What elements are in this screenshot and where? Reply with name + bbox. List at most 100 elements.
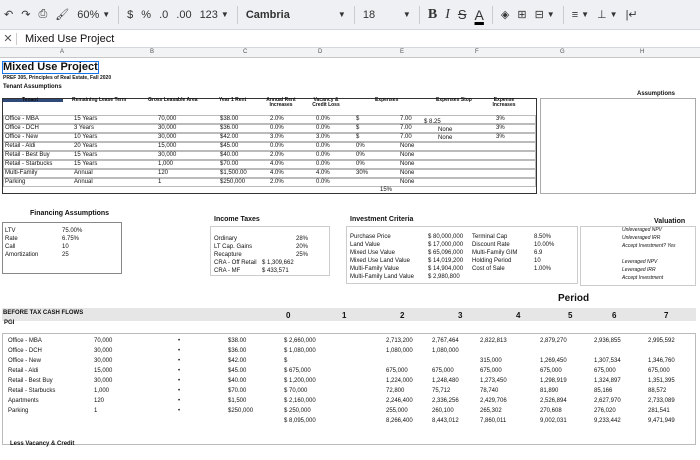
financing-value[interactable]: 75.00% (62, 228, 82, 234)
column-header[interactable]: B (150, 49, 154, 55)
tenant-name-cell[interactable]: Retail - Aldi (5, 143, 35, 149)
column-header[interactable]: H (640, 49, 644, 55)
tenant-value-cell[interactable]: 0% (356, 143, 365, 149)
cashflow-p4[interactable]: 265,302 (480, 408, 502, 414)
tenant-value-cell[interactable]: 3 Years (74, 125, 94, 131)
expense-total-pct[interactable]: 15% (380, 187, 392, 193)
cashflow-p3[interactable]: 75,712 (432, 388, 450, 394)
tenant-value-cell[interactable]: 7.00 (400, 125, 412, 131)
cashflow-gla[interactable]: 15,000 (94, 368, 112, 374)
cashflow-p7[interactable]: 2,733,089 (648, 398, 675, 404)
tenant-value-cell[interactable]: $ (356, 125, 359, 131)
cashflow-total[interactable]: 7,860,011 (480, 418, 506, 424)
tax-value[interactable]: $ 433,571 (262, 268, 289, 274)
strikethrough-button[interactable]: S (454, 4, 471, 26)
cashflow-p2[interactable]: 675,000 (386, 368, 408, 374)
cashflow-p7[interactable]: 281,541 (648, 408, 670, 414)
tax-value[interactable]: 20% (296, 244, 308, 250)
cashflow-p6[interactable]: 675,000 (594, 368, 616, 374)
cashflow-p2[interactable]: 72,800 (386, 388, 404, 394)
investment-value[interactable]: $ 17,000,000 (428, 242, 463, 248)
cashflow-p6[interactable]: 1,324,897 (594, 378, 621, 384)
spreadsheet-grid[interactable]: Mixed Use Project PREF 305, Principles o… (0, 58, 700, 460)
cashflow-p7[interactable]: 675,000 (648, 368, 670, 374)
tenant-value-cell[interactable]: 0.0% (316, 143, 330, 149)
italic-button[interactable]: I (441, 4, 454, 26)
tenant-value-cell[interactable]: $ (356, 134, 359, 140)
cashflow-rent[interactable]: $1,500 (228, 398, 246, 404)
cashflow-rent[interactable]: $250,000 (228, 408, 253, 414)
column-header[interactable]: D (318, 49, 322, 55)
merge-cells-icon[interactable]: ⊟ ▼ (531, 4, 559, 26)
investment-value[interactable]: 1.00% (534, 266, 551, 272)
cashflow-p3[interactable]: 1,248,480 (432, 378, 459, 384)
financing-value[interactable]: 25 (62, 252, 69, 258)
tenant-value-cell[interactable]: 0% (356, 152, 365, 158)
close-icon[interactable]: ✕ (0, 32, 16, 45)
tenant-value-cell[interactable]: 15,000 (158, 143, 176, 149)
currency-button[interactable]: $ (123, 4, 137, 26)
cashflow-total[interactable]: 9,471,949 (648, 418, 675, 424)
cashflow-p2[interactable]: 1,080,000 (386, 348, 413, 354)
cashflow-p6[interactable]: 276,020 (594, 408, 616, 414)
cashflow-p4[interactable]: 2,429,706 (480, 398, 507, 404)
cashflow-gla[interactable]: 30,000 (94, 378, 112, 384)
cashflow-gla[interactable]: 30,000 (94, 358, 112, 364)
tenant-value-cell[interactable]: 120 (158, 170, 168, 176)
file-name[interactable]: Mixed Use Project (16, 32, 114, 45)
cashflow-p5[interactable]: 675,000 (540, 368, 562, 374)
borders-icon[interactable]: ⊞ (513, 4, 530, 26)
cashflow-rent[interactable]: $70.00 (228, 388, 246, 394)
valuation-label[interactable]: Leveraged NPV (622, 260, 657, 265)
expense-stop-value[interactable]: None (438, 127, 452, 133)
column-header[interactable]: E (400, 49, 404, 55)
tenant-value-cell[interactable]: 2.0% (270, 152, 284, 158)
bold-button[interactable]: B (424, 4, 441, 26)
period-label[interactable]: Period (558, 294, 589, 304)
tenant-value-cell[interactable]: $36.00 (220, 125, 238, 131)
cashflow-p3[interactable]: 2,336,256 (432, 398, 459, 404)
valign-icon[interactable]: ⊥ ▼ (593, 4, 622, 26)
cashflow-p1[interactable]: $ 250,000 (284, 408, 311, 414)
tax-value[interactable]: 28% (296, 236, 308, 242)
cashflow-gla[interactable]: 1,000 (94, 388, 109, 394)
period-number[interactable]: 0 (286, 312, 290, 320)
tenant-name-cell[interactable]: Office - New (5, 134, 38, 140)
cashflow-p5[interactable]: 1,269,450 (540, 358, 567, 364)
cashflow-gla[interactable]: 30,000 (94, 348, 112, 354)
cashflow-p4[interactable]: 675,000 (480, 368, 502, 374)
cashflow-p6[interactable]: 2,936,855 (594, 338, 621, 344)
font-size-select[interactable]: 18 ▼ (359, 4, 415, 26)
tenant-value-cell[interactable]: 30,000 (158, 134, 176, 140)
tenant-name-cell[interactable]: Retail - Best Buy (5, 152, 50, 158)
cashflow-p7[interactable]: 1,351,395 (648, 378, 675, 384)
cashflow-p4[interactable]: 1,273,450 (480, 378, 507, 384)
tenant-value-cell[interactable]: Annual (74, 179, 93, 185)
cashflow-p3[interactable]: 675,000 (432, 368, 454, 374)
valuation-label[interactable]: Accept Investment (622, 276, 663, 281)
tenant-name-cell[interactable]: Multi-Family (5, 170, 37, 176)
cashflow-gla[interactable]: 1 (94, 408, 97, 414)
sheet-subtitle[interactable]: PREF 305, Principles of Real Estate, Fal… (3, 76, 111, 81)
cashflow-p2[interactable]: 1,224,000 (386, 378, 413, 384)
cashflow-p1[interactable]: $ 2,660,000 (284, 338, 316, 344)
tenant-value-cell[interactable]: Annual (74, 170, 93, 176)
less-vacancy-label[interactable]: Less Vacancy & Credit (10, 441, 74, 447)
tenant-value-cell[interactable]: 15 Years (74, 116, 97, 122)
tenant-value-cell[interactable]: 4.0% (270, 161, 284, 167)
period-number[interactable]: 5 (568, 312, 572, 320)
cashflow-p4[interactable]: 315,000 (480, 358, 502, 364)
investment-title[interactable]: Investment Criteria (350, 216, 413, 223)
cashflow-p5[interactable]: 2,526,894 (540, 398, 567, 404)
cashflow-p2[interactable]: 2,246,400 (386, 398, 413, 404)
tenant-value-cell[interactable]: 0.0% (270, 143, 284, 149)
cashflow-p1[interactable]: $ (284, 358, 287, 364)
print-icon[interactable]: ⎙ (34, 4, 51, 26)
tenant-value-cell[interactable]: 1,000 (158, 161, 173, 167)
text-color-button[interactable]: A (471, 4, 488, 26)
tenant-value-cell[interactable]: 15 Years (74, 161, 97, 167)
investment-value[interactable]: $ 14,904,000 (428, 266, 463, 272)
cashflow-total[interactable]: 9,233,442 (594, 418, 621, 424)
assumptions-label[interactable]: Assumptions (637, 91, 675, 97)
investment-value[interactable]: 10.00% (534, 242, 554, 248)
